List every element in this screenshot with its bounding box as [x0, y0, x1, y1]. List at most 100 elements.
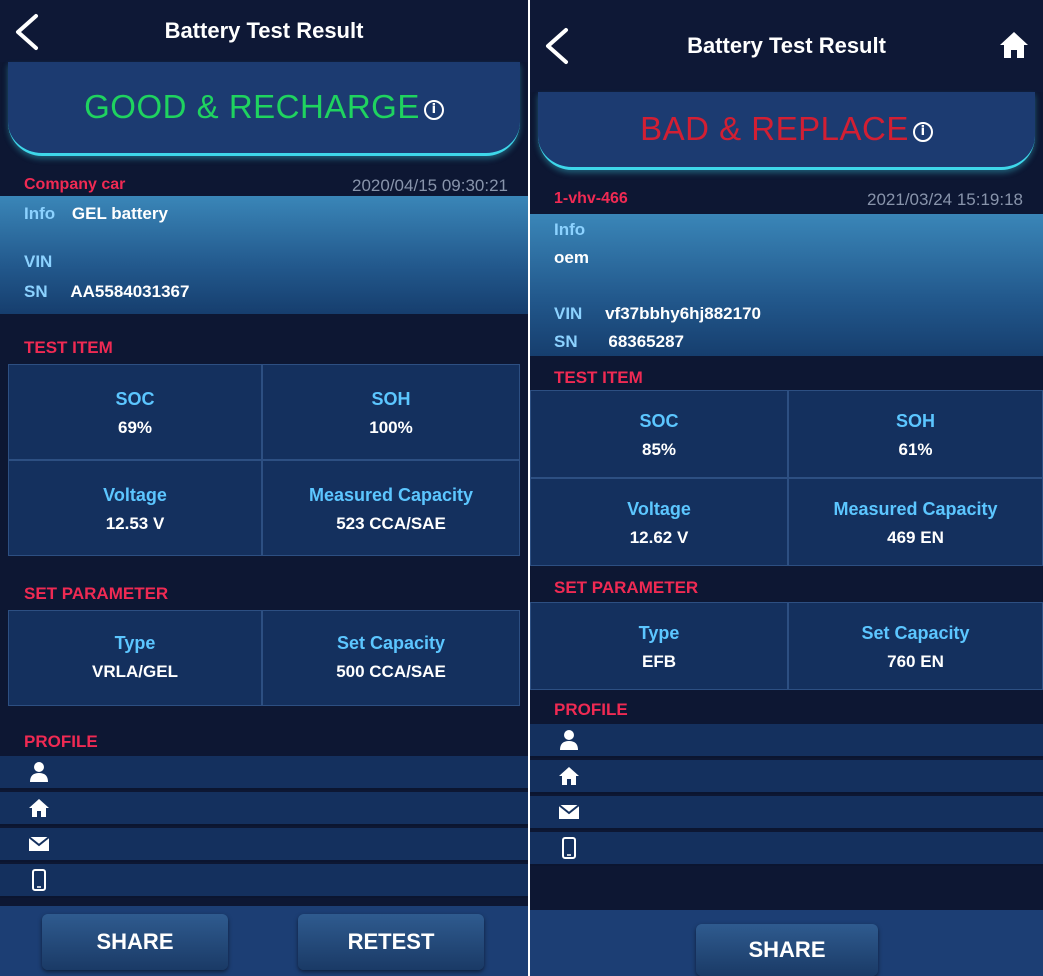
voltage-cell: Voltage 12.62 V: [530, 478, 788, 566]
set-capacity-cell: Set Capacity 500 CCA/SAE: [262, 610, 520, 706]
cell-label: Type: [638, 623, 680, 643]
cell-value: 69%: [117, 418, 153, 437]
share-button[interactable]: SHARE: [42, 914, 228, 970]
sn-label: SN: [24, 282, 48, 301]
cell-value: 61%: [898, 440, 933, 459]
test-item-heading: TEST ITEM: [554, 368, 643, 387]
cell-label: SOC: [115, 389, 155, 409]
cell-label: Voltage: [627, 499, 691, 519]
header: Battery Test Result: [530, 0, 1043, 92]
vehicle-name: 1-vhv-466: [554, 190, 628, 207]
set-capacity-cell: Set Capacity 760 EN: [788, 602, 1043, 690]
mail-icon: [558, 804, 580, 819]
set-parameter-heading: SET PARAMETER: [554, 578, 699, 597]
vin-line: VIN: [24, 252, 64, 272]
sn-line: SN AA5584031367: [24, 282, 189, 302]
vehicle-details: Info oem VIN vf37bbhy6hj882170 SN 683652…: [530, 214, 1043, 356]
profile-row-home[interactable]: [0, 792, 528, 826]
left-phone-screen: Battery Test Result GOOD & RECHARGE i Com…: [0, 0, 528, 976]
vin-label: VIN: [554, 304, 583, 323]
cell-value: 760 EN: [887, 652, 944, 671]
cell-value: 12.62 V: [629, 528, 689, 547]
page-title: Battery Test Result: [164, 18, 364, 43]
home-icon[interactable]: [999, 30, 1029, 60]
cell-value: 469 EN: [887, 528, 944, 547]
info-label: Info: [24, 204, 56, 223]
profile-heading: PROFILE: [554, 700, 628, 719]
test-timestamp: 2021/03/24 15:19:18: [867, 190, 1023, 209]
sn-label: SN: [554, 332, 578, 351]
sn-line: SN 68365287: [554, 332, 684, 352]
cell-label: SOC: [639, 411, 679, 431]
test-item-heading: TEST ITEM: [24, 338, 113, 357]
person-icon: [560, 730, 578, 750]
info-line: Info GEL battery: [24, 204, 168, 224]
info-label: Info: [554, 220, 585, 240]
vehicle-row: Company car 2020/04/15 09:30:21: [0, 174, 528, 198]
cell-value: 100%: [369, 418, 413, 437]
right-phone-screen: Battery Test Result BAD & REPLACE i 1-vhv…: [530, 0, 1043, 976]
info-icon[interactable]: i: [912, 121, 933, 142]
soh-cell: SOH 100%: [262, 364, 520, 460]
profile-heading: PROFILE: [24, 732, 98, 751]
cell-label: SOH: [371, 389, 411, 409]
info-value-text: oem: [554, 248, 589, 267]
cell-label: Set Capacity: [861, 623, 970, 643]
cell-value: 500 CCA/SAE: [336, 662, 446, 681]
profile-row-phone[interactable]: [530, 832, 1043, 866]
cell-label: Measured Capacity: [308, 485, 474, 505]
page-title: Battery Test Result: [687, 33, 886, 58]
cell-value: 523 CCA/SAE: [336, 514, 446, 533]
type-cell: Type EFB: [530, 602, 788, 690]
profile-row-mail[interactable]: [0, 828, 528, 862]
mail-icon: [28, 836, 50, 851]
sn-value: 68365287: [608, 332, 684, 351]
info-icon[interactable]: i: [423, 99, 444, 120]
vehicle-name: Company car: [24, 176, 126, 193]
home-icon: [29, 799, 49, 817]
cell-value: 12.53 V: [105, 514, 165, 533]
cell-label: Type: [114, 633, 156, 653]
vin-label: VIN: [24, 252, 53, 271]
profile-row-person[interactable]: [530, 724, 1043, 758]
phone-icon: [32, 869, 46, 891]
share-button[interactable]: SHARE: [696, 924, 878, 976]
person-icon: [30, 762, 48, 782]
profile-row-home[interactable]: [530, 760, 1043, 794]
profile-row-person[interactable]: [0, 756, 528, 790]
info-label-text: Info: [554, 220, 586, 239]
measured-capacity-cell: Measured Capacity 523 CCA/SAE: [262, 460, 520, 556]
status-text: BAD & REPLACE: [640, 110, 909, 147]
header: Battery Test Result: [0, 0, 528, 62]
measured-capacity-cell: Measured Capacity 469 EN: [788, 478, 1043, 566]
retest-button[interactable]: RETEST: [298, 914, 484, 970]
cell-label: Voltage: [103, 485, 167, 505]
status-banner: GOOD & RECHARGE i: [8, 62, 520, 156]
cell-value: VRLA/GEL: [92, 662, 178, 681]
test-timestamp: 2020/04/15 09:30:21: [352, 176, 508, 195]
sn-value: AA5584031367: [70, 282, 190, 301]
vehicle-row: 1-vhv-466 2021/03/24 15:19:18: [530, 188, 1043, 212]
set-parameter-heading: SET PARAMETER: [24, 584, 169, 603]
voltage-cell: Voltage 12.53 V: [8, 460, 262, 556]
cell-label: Set Capacity: [336, 633, 446, 653]
soh-cell: SOH 61%: [788, 390, 1043, 478]
phone-icon: [562, 837, 576, 859]
status-text: GOOD & RECHARGE: [84, 88, 420, 125]
cell-value: 85%: [641, 440, 677, 459]
cell-label: Measured Capacity: [833, 499, 998, 519]
soc-cell: SOC 69%: [8, 364, 262, 460]
cell-label: SOH: [895, 411, 935, 431]
soc-cell: SOC 85%: [530, 390, 788, 478]
home-icon: [559, 767, 579, 785]
info-value: oem: [554, 248, 589, 268]
info-value: GEL battery: [71, 204, 168, 223]
profile-row-mail[interactable]: [530, 796, 1043, 830]
profile-row-phone[interactable]: [0, 864, 528, 898]
footer-bar: SHARE RETEST: [0, 906, 528, 976]
cell-value: EFB: [642, 652, 676, 671]
type-cell: Type VRLA/GEL: [8, 610, 262, 706]
vin-value: vf37bbhy6hj882170: [605, 304, 761, 323]
vehicle-details: Info GEL battery VIN SN AA5584031367: [0, 196, 528, 314]
status-banner: BAD & REPLACE i: [538, 92, 1035, 170]
